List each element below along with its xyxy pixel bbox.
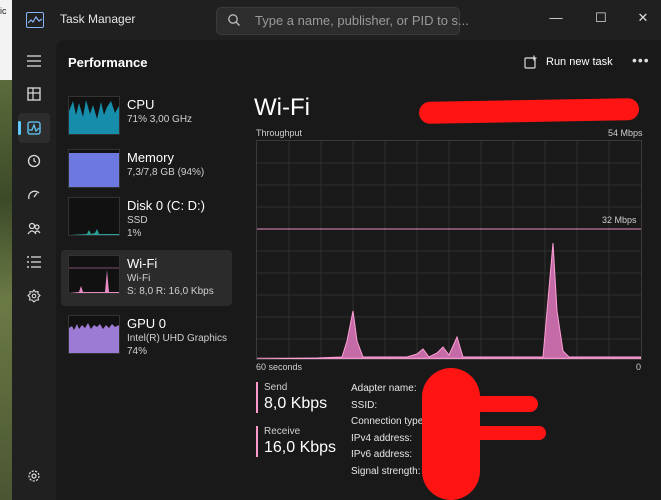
graph-axis-left: 60 seconds	[256, 362, 303, 372]
receive-value: 16,0 Kbps	[264, 439, 337, 456]
device-sub1: 7,3/7,8 GB (94%)	[127, 167, 205, 178]
performance-icon	[27, 121, 41, 135]
redaction-mark	[474, 396, 538, 412]
device-wifi[interactable]: Wi-Fi Wi-Fi S: 8,0 R: 16,0 Kbps	[61, 250, 232, 306]
throughput-graph	[256, 140, 642, 360]
gpu-thumbnail-graph	[68, 315, 120, 354]
nav-services[interactable]	[18, 281, 50, 311]
receive-stat: Receive 16,0 Kbps	[256, 426, 354, 457]
wifi-thumbnail-graph	[68, 255, 120, 294]
hamburger-menu-button[interactable]	[18, 46, 50, 76]
receive-label: Receive	[264, 426, 301, 437]
nav-app-history[interactable]	[18, 146, 50, 176]
detail-title: Wi-Fi	[254, 94, 310, 121]
app-history-icon	[27, 154, 41, 168]
redaction-mark	[474, 426, 546, 440]
redaction-mark	[418, 98, 640, 124]
side-navigation	[12, 40, 56, 500]
processes-icon	[27, 87, 41, 101]
task-manager-window: Task Manager Type a name, publisher, or …	[12, 0, 661, 500]
device-sub1: SSD	[127, 215, 148, 226]
device-disk[interactable]: Disk 0 (C: D:) SSD 1%	[61, 192, 232, 248]
desktop-edge-glyph: ic	[0, 6, 7, 16]
device-sub1: Intel(R) UHD Graphics	[127, 333, 228, 344]
maximize-button[interactable]: ☐	[586, 6, 616, 30]
nav-users[interactable]	[18, 213, 50, 243]
title-bar: Task Manager Type a name, publisher, or …	[12, 0, 661, 40]
memory-thumbnail-graph	[68, 149, 120, 188]
settings-icon	[28, 470, 40, 482]
device-name: Memory	[127, 150, 174, 165]
prop-ipv4: IPv4 address:	[351, 432, 413, 444]
nav-details[interactable]	[18, 247, 50, 277]
page-title: Performance	[68, 55, 148, 70]
nav-performance[interactable]	[18, 113, 50, 143]
redaction-mark	[422, 368, 480, 500]
device-gpu[interactable]: GPU 0 Intel(R) UHD Graphics 74%	[61, 310, 232, 366]
search-input[interactable]: Type a name, publisher, or PID to s...	[216, 7, 469, 35]
device-sub1: 71% 3,00 GHz	[127, 114, 193, 125]
prop-ipv6: IPv6 address:	[351, 449, 413, 460]
run-new-task-label: Run new task	[546, 56, 613, 68]
prop-signal-strength: Signal strength:	[351, 465, 421, 477]
device-name: CPU	[127, 97, 155, 112]
device-cpu[interactable]: CPU 71% 3,00 GHz	[61, 91, 232, 147]
background-desktop-strip: ic	[0, 0, 12, 500]
nav-settings[interactable]	[18, 461, 50, 491]
graph-axis-right: 0	[636, 362, 642, 372]
more-options-button[interactable]: •••	[632, 52, 650, 68]
search-icon	[228, 14, 240, 26]
device-sub2: S: 8,0 R: 16,0 Kbps	[127, 286, 214, 297]
device-name: Disk 0 (C: D:)	[127, 198, 205, 213]
nav-startup-apps[interactable]	[18, 180, 50, 210]
prop-adapter-name: Adapter name:	[351, 383, 417, 394]
startup-apps-icon	[28, 190, 40, 200]
task-manager-app-icon	[26, 12, 44, 28]
run-new-task-button[interactable]: Run new task	[524, 52, 613, 72]
search-placeholder: Type a name, publisher, or PID to s...	[255, 13, 469, 28]
throughput-max-label: 54 Mbps	[608, 128, 643, 138]
cpu-thumbnail-graph	[68, 96, 120, 135]
users-icon	[27, 222, 41, 235]
device-sub2: 1%	[127, 228, 142, 239]
adapter-properties: Adapter name: SSID: Connection type: IPv…	[351, 381, 426, 480]
device-name: Wi-Fi	[127, 256, 158, 271]
send-value: 8,0 Kbps	[264, 395, 328, 412]
send-label: Send	[264, 382, 288, 393]
performance-content: Performance Run new task ••• CPU 71% 3,0…	[56, 40, 661, 500]
device-name: GPU 0	[127, 316, 167, 331]
send-stat: Send 8,0 Kbps	[256, 382, 354, 413]
hamburger-icon	[27, 55, 41, 67]
close-button[interactable]: ✕	[628, 6, 658, 30]
run-task-icon	[524, 55, 537, 69]
throughput-mid-label: 32 Mbps	[602, 215, 637, 225]
device-sub1: Wi-Fi	[127, 273, 151, 284]
nav-processes[interactable]	[18, 79, 50, 109]
details-icon	[27, 256, 41, 268]
device-sub2: 74%	[127, 346, 148, 357]
minimize-button[interactable]: —	[541, 6, 571, 30]
services-icon	[27, 289, 41, 303]
prop-ssid: SSID:	[351, 399, 378, 411]
throughput-label: Throughput	[256, 128, 303, 138]
disk-thumbnail-graph	[68, 197, 120, 236]
window-title: Task Manager	[60, 12, 136, 26]
prop-connection-type: Connection type:	[351, 416, 427, 427]
